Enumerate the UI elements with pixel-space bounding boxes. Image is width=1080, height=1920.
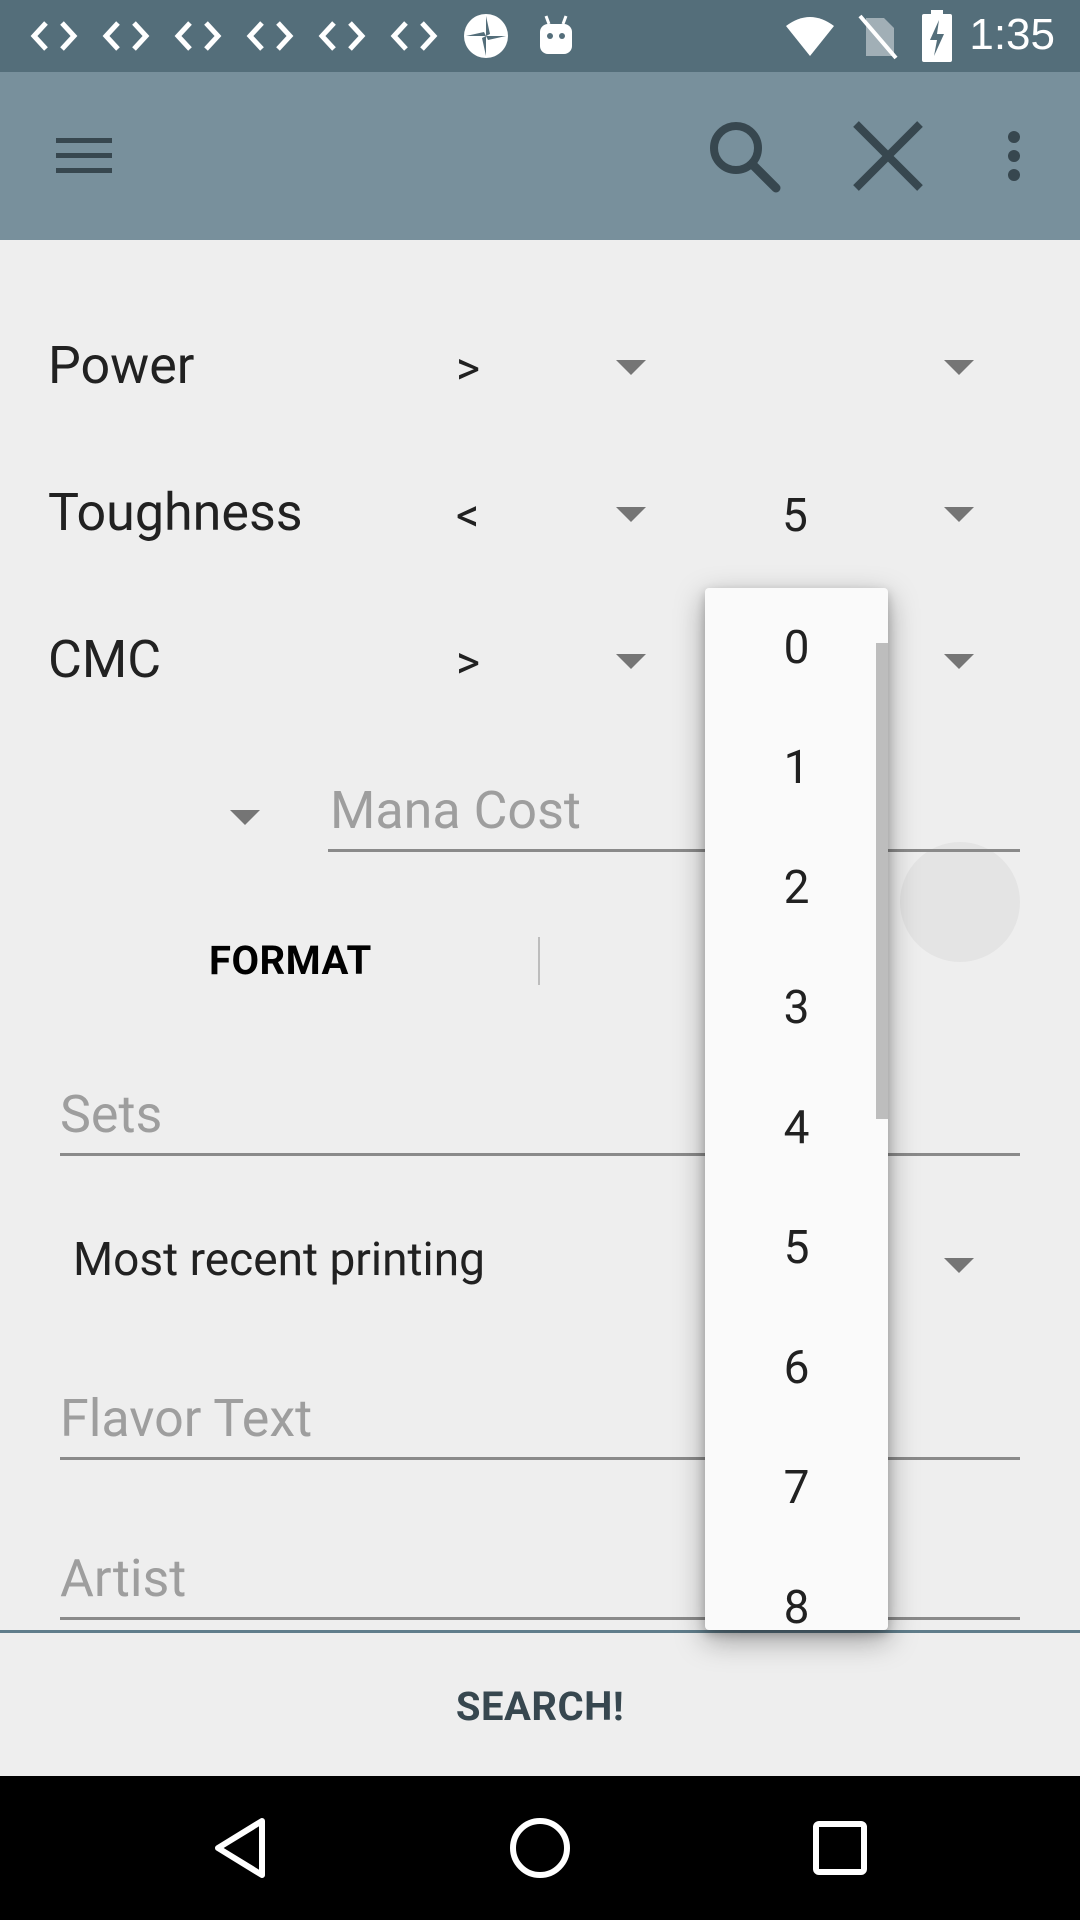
- power-label: Power: [48, 335, 195, 396]
- android-icon: [536, 14, 576, 58]
- dropdown-option[interactable]: 5: [705, 1188, 888, 1308]
- app-bar: [0, 72, 1080, 240]
- battery-charging-icon: [922, 10, 952, 62]
- search-icon[interactable]: [696, 114, 792, 198]
- search-form: Power > Toughness < 5 CMC > Mana Cost FO…: [0, 240, 1080, 1630]
- toughness-value-spinner[interactable]: 5: [782, 489, 808, 543]
- navigation-bar: [0, 1776, 1080, 1920]
- recents-icon[interactable]: [798, 1806, 882, 1890]
- mana-cost-input[interactable]: Mana Cost: [328, 780, 1020, 852]
- dropdown-option[interactable]: 0: [705, 588, 888, 708]
- mana-color-spinner-chevron-icon[interactable]: [230, 810, 260, 825]
- wifi-icon: [784, 14, 836, 58]
- code-icon: [30, 14, 78, 58]
- dropdown-option[interactable]: 2: [705, 828, 888, 948]
- back-icon[interactable]: [198, 1806, 282, 1890]
- menu-icon[interactable]: [36, 114, 132, 198]
- chevron-down-icon[interactable]: [616, 507, 646, 522]
- dropdown-option[interactable]: 3: [705, 948, 888, 1068]
- mana-cost-placeholder: Mana Cost: [330, 780, 581, 841]
- search-button[interactable]: SEARCH!: [0, 1633, 1080, 1779]
- chevron-down-icon[interactable]: [616, 360, 646, 375]
- chevron-down-icon[interactable]: [944, 654, 974, 669]
- cmc-value-dropdown: 0 1 2 3 4 5 6 7 8: [705, 588, 888, 1630]
- artist-placeholder: Artist: [60, 1548, 187, 1609]
- flavor-text-placeholder: Flavor Text: [60, 1388, 313, 1449]
- home-icon[interactable]: [498, 1806, 582, 1890]
- more-vert-icon[interactable]: [984, 114, 1044, 198]
- dropdown-option[interactable]: 4: [705, 1068, 888, 1188]
- printing-spinner[interactable]: Most recent printing: [73, 1233, 485, 1287]
- code-icon: [102, 14, 150, 58]
- toughness-operator-spinner[interactable]: <: [456, 489, 479, 543]
- chevron-down-icon[interactable]: [616, 654, 646, 669]
- pinwheel-icon: [462, 14, 510, 58]
- code-icon: [174, 14, 222, 58]
- chevron-down-icon[interactable]: [944, 507, 974, 522]
- dropdown-option[interactable]: 7: [705, 1428, 888, 1548]
- chevron-down-icon[interactable]: [944, 360, 974, 375]
- clock: 1:35: [969, 10, 1055, 59]
- power-operator-spinner[interactable]: >: [456, 342, 480, 396]
- code-icon: [390, 14, 438, 58]
- dropdown-option[interactable]: 6: [705, 1308, 888, 1428]
- dropdown-option[interactable]: 1: [705, 708, 888, 828]
- sets-placeholder: Sets: [60, 1084, 163, 1145]
- cmc-value-ripple: [900, 842, 1020, 962]
- no-sim-icon: [858, 14, 898, 60]
- code-icon: [318, 14, 366, 58]
- code-icon: [246, 14, 294, 58]
- chevron-down-icon[interactable]: [944, 1258, 974, 1273]
- bottom-bar: SEARCH!: [0, 1630, 1080, 1776]
- divider: [538, 937, 540, 985]
- status-bar: 1:35: [0, 0, 1080, 72]
- dropdown-option[interactable]: 8: [705, 1548, 888, 1630]
- cmc-label: CMC: [48, 629, 162, 690]
- cmc-operator-spinner[interactable]: >: [456, 636, 480, 690]
- toughness-label: Toughness: [48, 482, 303, 543]
- close-icon[interactable]: [840, 114, 936, 198]
- dropdown-scrollbar[interactable]: [876, 643, 888, 1119]
- format-button[interactable]: FORMAT: [209, 937, 372, 984]
